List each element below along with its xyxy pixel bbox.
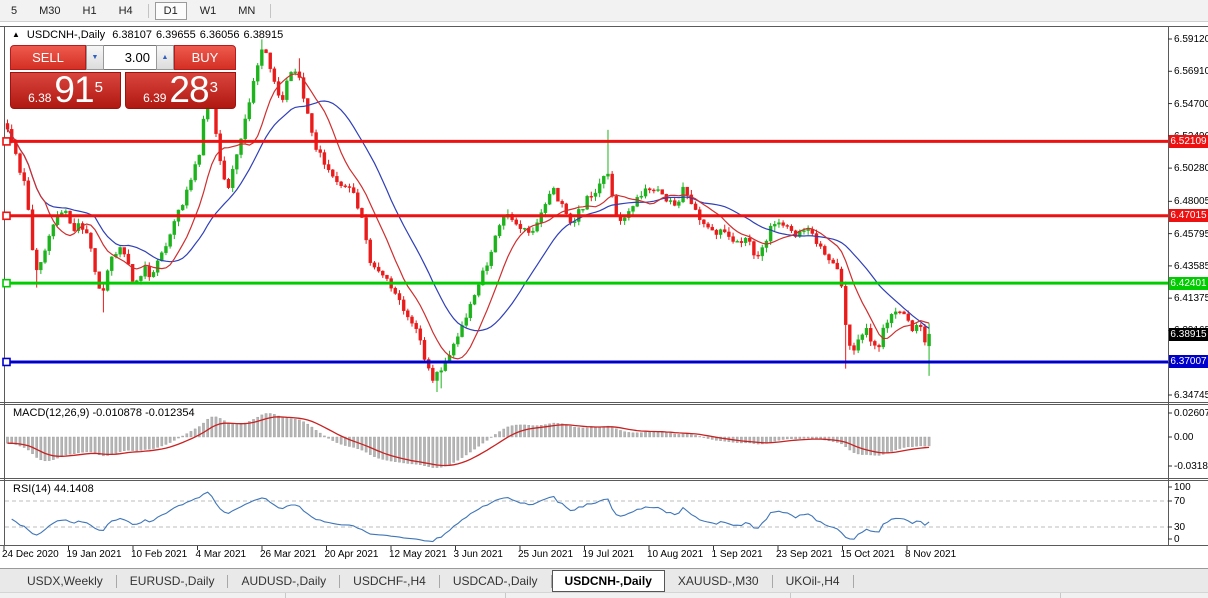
date-tick-label: 1 Sep 2021 <box>711 549 763 560</box>
date-tick-label: 24 Dec 2020 <box>2 549 59 560</box>
date-tick-label: 15 Oct 2021 <box>840 549 895 560</box>
date-tick-label: 3 Jun 2021 <box>453 549 504 560</box>
current-price-badge: 6.38915 <box>1169 327 1208 341</box>
date-tick-label: 20 Apr 2021 <box>324 549 379 560</box>
price-tick-label: 6.48005 <box>1174 196 1208 208</box>
date-tick-label: 25 Jun 2021 <box>518 549 574 560</box>
date-tick-label: 8 Nov 2021 <box>905 549 957 560</box>
one-click-trade-panel: SELL ▼ ▲ BUY 6.38915 6.39283 <box>10 45 236 109</box>
sell-price-point: 5 <box>94 79 103 96</box>
price-tick-label: 6.56910 <box>1174 66 1208 78</box>
sell-price-display[interactable]: 6.38 91 5 <box>10 72 121 109</box>
price-level-badge[interactable]: 6.52109 <box>1169 134 1208 148</box>
macd-tick-label: 0.02607 <box>1174 408 1208 419</box>
price-tick-label: 6.50280 <box>1174 163 1208 175</box>
buy-button[interactable]: BUY <box>174 45 236 70</box>
date-tick-label: 23 Sep 2021 <box>776 549 833 560</box>
volume-increase-button[interactable]: ▲ <box>156 45 174 70</box>
date-tick-label: 26 Mar 2021 <box>260 549 317 560</box>
price-tick-label: 6.41375 <box>1174 293 1208 305</box>
volume-input[interactable] <box>104 45 156 70</box>
sell-button[interactable]: SELL <box>10 45 86 70</box>
rsi-tick-label: 100 <box>1174 482 1191 493</box>
price-level-badge[interactable]: 6.37007 <box>1169 355 1208 369</box>
date-tick-label: 10 Feb 2021 <box>131 549 188 560</box>
date-tick-label: 19 Jul 2021 <box>582 549 635 560</box>
date-tick-label: 10 Aug 2021 <box>647 549 704 560</box>
price-level-badge[interactable]: 6.47015 <box>1169 209 1208 223</box>
buy-price-pips: 28 <box>169 72 209 109</box>
price-tick-label: 6.45795 <box>1174 228 1208 240</box>
volume-decrease-button[interactable]: ▼ <box>86 45 104 70</box>
date-tick-label: 12 May 2021 <box>389 549 447 560</box>
macd-tick-label: -0.03187 <box>1174 461 1208 472</box>
rsi-tick-label: 30 <box>1174 522 1186 533</box>
rsi-indicator-label: RSI(14) 44.1408 <box>13 483 94 495</box>
price-tick-label: 6.54700 <box>1174 98 1208 110</box>
macd-indicator-label: MACD(12,26,9) -0.010878 -0.012354 <box>13 407 195 419</box>
buy-price-big-figure: 6.39 <box>143 91 167 105</box>
price-tick-label: 6.34745 <box>1174 390 1208 401</box>
buy-price-display[interactable]: 6.39 28 3 <box>125 72 236 109</box>
buy-price-point: 3 <box>209 79 218 96</box>
date-tick-label: 19 Jan 2021 <box>66 549 122 560</box>
macd-tick-label: 0.00 <box>1174 432 1194 443</box>
sell-price-big-figure: 6.38 <box>28 91 52 105</box>
rsi-tick-label: 0 <box>1174 534 1180 545</box>
mt4-application-window: 5 M30 H1 H4 D1 W1 MN ▲ USDCNH-,Daily 6.38107 6.3… <box>0 0 1208 598</box>
sell-price-pips: 91 <box>54 72 94 109</box>
price-tick-label: 6.59120 <box>1174 34 1208 45</box>
date-tick-label: 4 Mar 2021 <box>195 549 247 560</box>
price-level-badge[interactable]: 6.42401 <box>1169 276 1208 290</box>
rsi-tick-label: 70 <box>1174 496 1186 507</box>
price-tick-label: 6.43585 <box>1174 260 1208 272</box>
